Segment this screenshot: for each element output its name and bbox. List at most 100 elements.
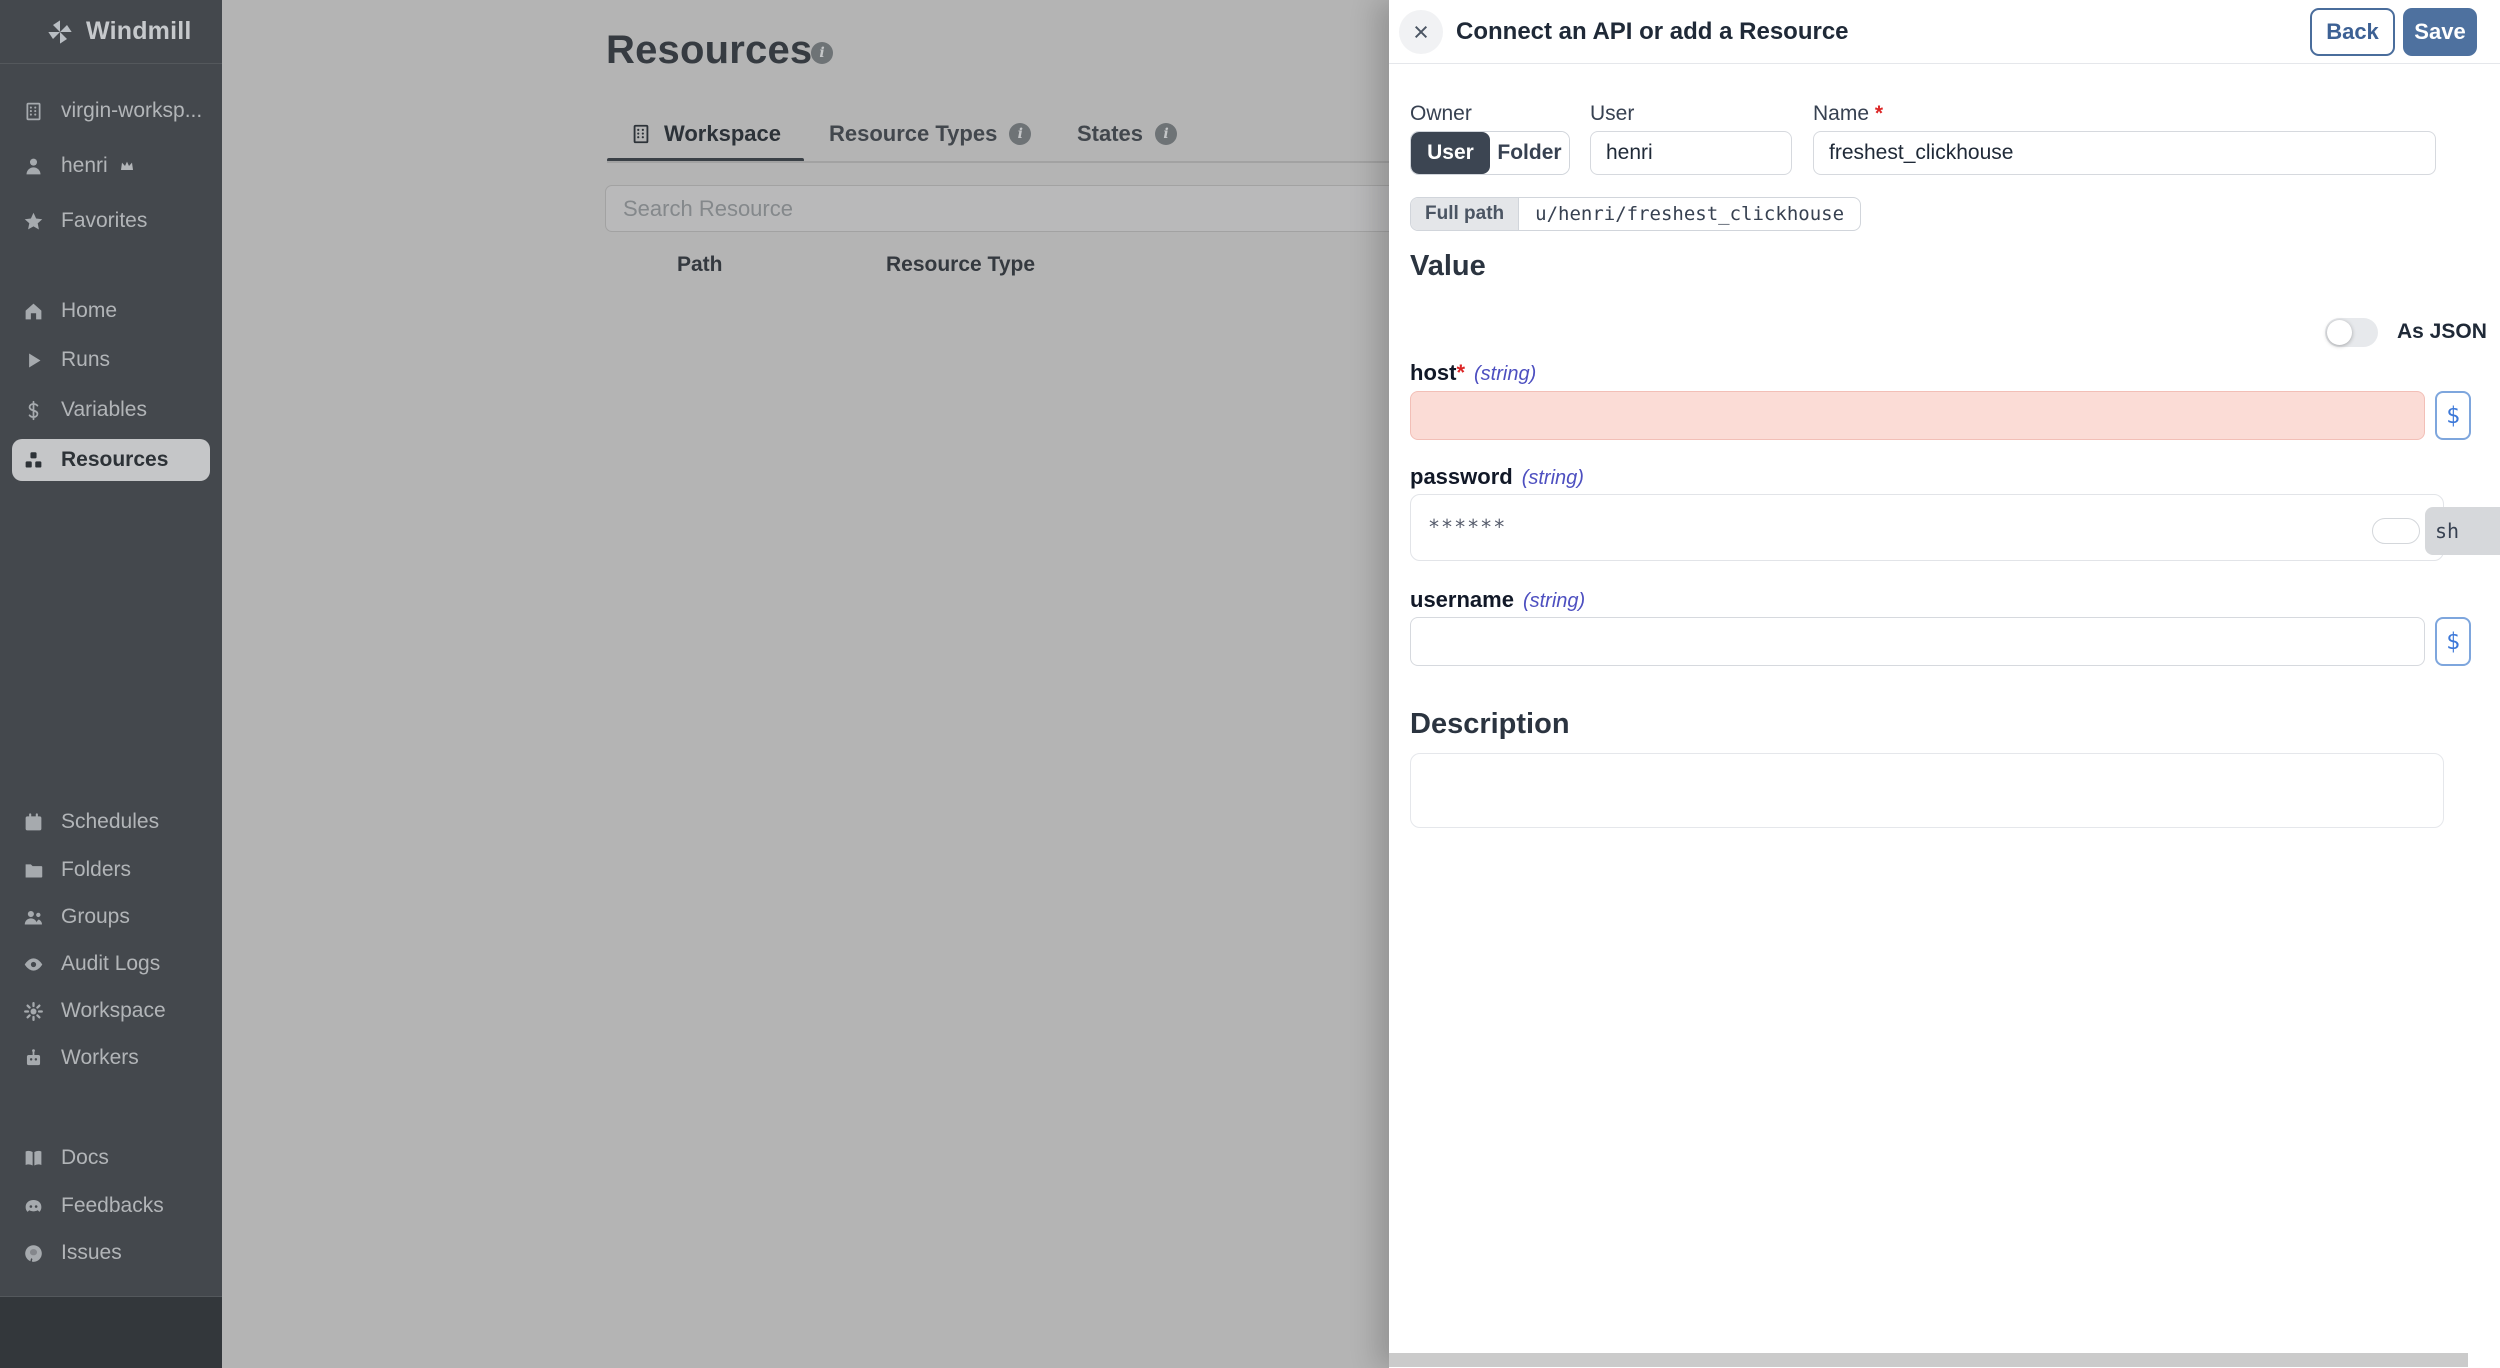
tab-workspace[interactable]: Workspace: [607, 106, 804, 162]
eye-icon: [24, 957, 43, 971]
column-header-resource-type: Resource Type: [886, 253, 1035, 276]
tab-states[interactable]: States i: [1077, 106, 1178, 162]
screen: Windmill virgin-worksp... henri Favorite…: [0, 0, 2500, 1368]
name-field-input[interactable]: [1813, 131, 2436, 175]
sidebar-item-workspace-settings[interactable]: Workspace: [0, 987, 222, 1035]
dollar-icon: [28, 400, 39, 420]
sidebar-item-variables[interactable]: Variables: [0, 386, 222, 434]
tab-resource-types[interactable]: Resource Types i: [829, 106, 1032, 162]
robot-icon: [26, 1048, 41, 1065]
users-icon: [24, 910, 42, 924]
password-field-input[interactable]: ******: [1410, 494, 2444, 561]
save-button[interactable]: Save: [2403, 8, 2477, 56]
discord-icon: [25, 1199, 42, 1212]
insert-variable-button[interactable]: $: [2435, 391, 2471, 440]
full-path-label: Full path: [1411, 198, 1520, 230]
sidebar-item-label: Runs: [61, 348, 111, 371]
password-field-label: password (string): [1410, 464, 1584, 489]
sidebar-item-label: Workspace: [61, 999, 166, 1022]
tab-label: States: [1077, 121, 1144, 146]
username-field-input[interactable]: [1410, 617, 2425, 666]
github-icon: [25, 1244, 42, 1262]
resource-drawer: × Connect an API or add a Resource Back …: [1389, 0, 2500, 1368]
info-icon: i: [1009, 123, 1032, 145]
as-json-toggle[interactable]: [2325, 318, 2378, 347]
sidebar-item-audit-logs[interactable]: Audit Logs: [0, 940, 222, 988]
building-icon: [633, 124, 649, 144]
full-path-value: u/henri/freshest_clickhouse: [1535, 203, 1845, 225]
sidebar-item-label: Resources: [61, 448, 169, 471]
folder-icon: [25, 863, 43, 877]
scrollbar-thumb[interactable]: [1389, 1353, 2468, 1367]
toggle-knob: [2327, 320, 2352, 345]
sidebar: Windmill virgin-worksp... henri Favorite…: [0, 0, 222, 1368]
sidebar-item-groups[interactable]: Groups: [0, 893, 222, 941]
field-type-label: (string): [1522, 590, 1586, 612]
drawer-title: Connect an API or add a Resource: [1456, 18, 1849, 45]
sidebar-item-label: Issues: [61, 1241, 122, 1264]
close-icon[interactable]: ×: [1399, 10, 1443, 54]
sidebar-item-label: Variables: [61, 398, 147, 421]
owner-option-user[interactable]: User: [1411, 132, 1490, 174]
required-marker: *: [1456, 360, 1466, 385]
sidebar-item-label: Schedules: [61, 810, 160, 833]
description-heading: Description: [1410, 708, 1570, 740]
sidebar-item-feedbacks[interactable]: Feedbacks: [0, 1182, 222, 1230]
sidebar-item-favorites[interactable]: Favorites: [0, 197, 222, 245]
calendar-icon: [25, 812, 42, 830]
sidebar-footer: ←: [0, 1297, 222, 1368]
host-field-input[interactable]: [1410, 391, 2425, 440]
password-inner-toggle[interactable]: [2372, 518, 2420, 544]
sidebar-item-schedules[interactable]: Schedules: [0, 798, 222, 846]
sidebar-item-label: Feedbacks: [61, 1194, 164, 1217]
sidebar-item-resources[interactable]: Resources: [12, 439, 210, 481]
tab-label: Workspace: [664, 121, 781, 146]
user-field-label: User: [1590, 102, 1635, 125]
sidebar-divider: [0, 63, 222, 64]
workspace-name-label: virgin-worksp...: [61, 99, 203, 122]
building-icon: [26, 102, 41, 120]
gear-icon: [24, 1001, 43, 1021]
name-field-label: Name *: [1813, 102, 1884, 125]
sidebar-item-label: Workers: [61, 1046, 139, 1069]
show-password-button[interactable]: sh: [2425, 507, 2500, 555]
cubes-icon: [25, 451, 42, 467]
crown-icon: [120, 161, 133, 170]
sidebar-item-workers[interactable]: Workers: [0, 1034, 222, 1082]
star-icon: [24, 212, 43, 230]
sidebar-item-home[interactable]: Home: [0, 287, 222, 335]
full-path: Full path u/henri/freshest_clickhouse: [1410, 197, 1862, 231]
favorites-label: Favorites: [61, 209, 148, 232]
sidebar-item-issues[interactable]: Issues: [0, 1229, 222, 1277]
description-textarea[interactable]: [1410, 753, 2444, 828]
windmill-logo-icon: [48, 19, 72, 44]
owner-option-folder[interactable]: Folder: [1490, 132, 1569, 174]
owner-label: Owner: [1410, 102, 1472, 125]
insert-variable-button[interactable]: $: [2435, 617, 2471, 666]
user-field-input[interactable]: [1590, 131, 1792, 175]
sidebar-item-runs[interactable]: Runs: [0, 336, 222, 384]
app-logo[interactable]: Windmill: [0, 0, 222, 63]
field-type-label: (string): [1521, 467, 1584, 489]
sidebar-item-label: Groups: [61, 905, 130, 928]
field-type-label: (string): [1474, 363, 1537, 385]
sidebar-item-label: Audit Logs: [61, 952, 161, 975]
play-icon: [29, 353, 41, 367]
sidebar-item-folders[interactable]: Folders: [0, 846, 222, 894]
home-icon: [25, 303, 42, 319]
drawer-header: × Connect an API or add a Resource Back …: [1389, 0, 2500, 64]
username-field-label: username (string): [1410, 587, 1586, 612]
owner-toggle: User Folder: [1410, 131, 1570, 175]
sidebar-item-label: Home: [61, 299, 118, 322]
sidebar-item-label: Folders: [61, 858, 132, 881]
required-marker: *: [1874, 102, 1884, 125]
back-button[interactable]: Back: [2310, 8, 2395, 56]
sidebar-item-user[interactable]: henri: [0, 142, 222, 190]
page-title: Resources: [606, 28, 813, 72]
info-icon[interactable]: i: [811, 42, 833, 64]
value-section-heading: Value: [1410, 250, 1486, 282]
as-json-label: As JSON: [2397, 320, 2487, 343]
info-icon: i: [1155, 123, 1178, 145]
sidebar-item-workspace-name[interactable]: virgin-worksp...: [0, 87, 222, 135]
sidebar-item-docs[interactable]: Docs: [0, 1134, 222, 1182]
